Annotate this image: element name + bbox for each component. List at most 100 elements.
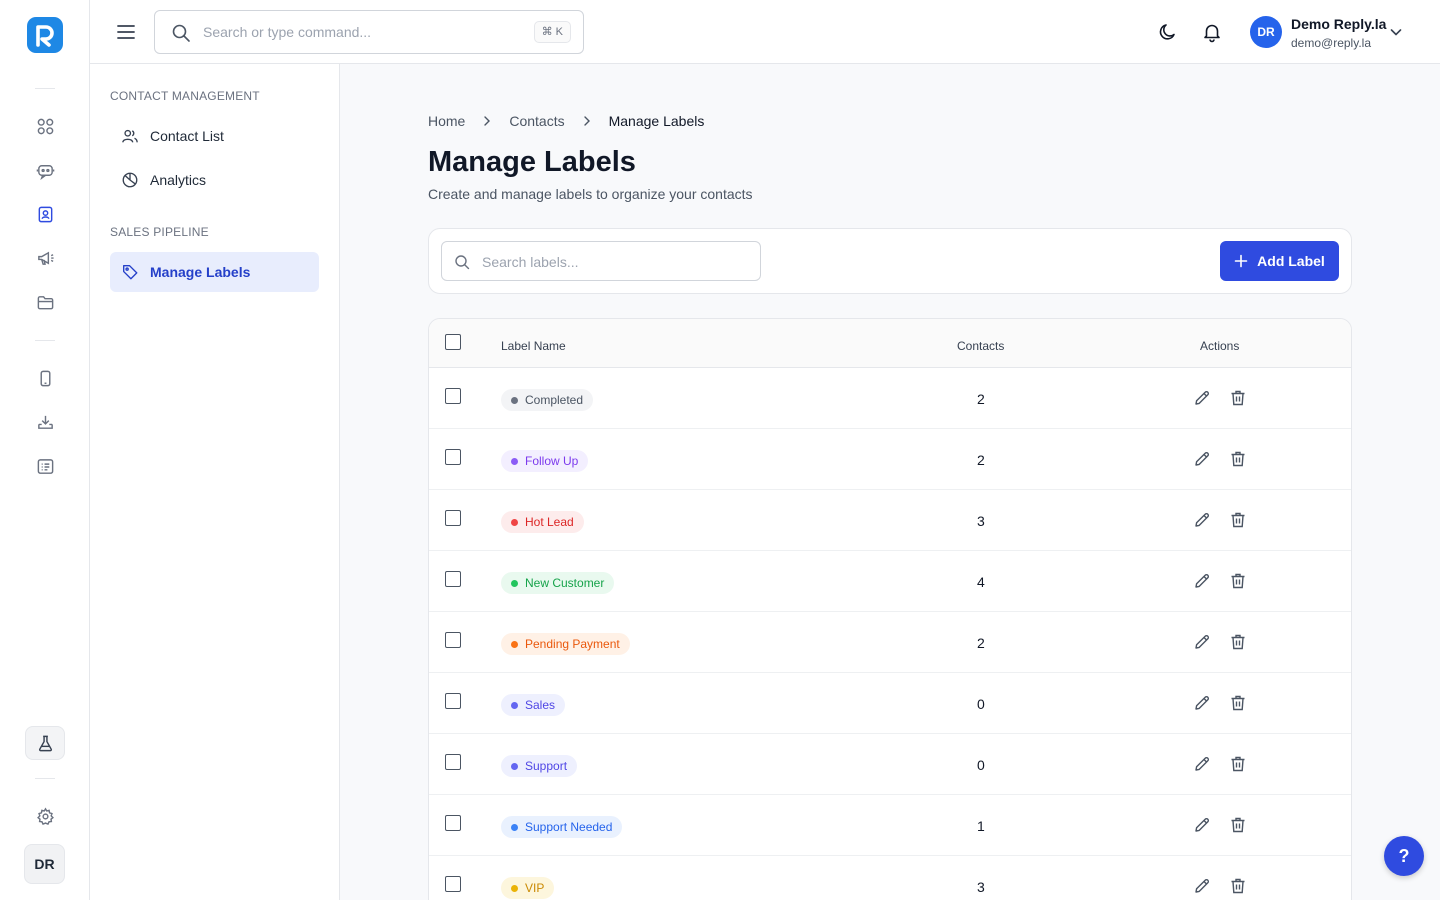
- bell-icon[interactable]: [1201, 21, 1223, 43]
- plus-icon: [1234, 254, 1248, 268]
- trash-icon[interactable]: [1229, 389, 1247, 407]
- label-name: New Customer: [525, 576, 605, 590]
- sidebar-item-contact-list[interactable]: Contact List: [110, 116, 319, 156]
- trash-icon[interactable]: [1229, 755, 1247, 773]
- column-header-label-name[interactable]: Label Name: [501, 339, 566, 353]
- pencil-icon[interactable]: [1193, 572, 1211, 590]
- rail-divider: [35, 340, 55, 341]
- row-checkbox[interactable]: [445, 388, 461, 404]
- breadcrumb-contacts[interactable]: Contacts: [509, 113, 564, 129]
- sidebar-item-manage-labels[interactable]: Manage Labels: [110, 252, 319, 292]
- label-color-dot: [511, 884, 518, 892]
- column-header-contacts[interactable]: Contacts: [957, 339, 1004, 353]
- rail-labs[interactable]: [25, 726, 65, 760]
- pencil-icon[interactable]: [1193, 694, 1211, 712]
- label-name: VIP: [525, 881, 545, 895]
- dashboard-icon: [37, 118, 53, 134]
- row-checkbox[interactable]: [445, 571, 461, 587]
- row-checkbox[interactable]: [445, 449, 461, 465]
- tag-icon: [123, 265, 138, 280]
- list-icon: [37, 458, 53, 474]
- user-name[interactable]: Demo Reply.la: [1291, 16, 1386, 32]
- label-name: Completed: [525, 393, 584, 407]
- folder-icon: [37, 295, 53, 309]
- top-header: Search or type command... ⌘ K DR Demo Re…: [90, 0, 1440, 64]
- row-checkbox[interactable]: [445, 510, 461, 526]
- rail-files[interactable]: [25, 284, 65, 320]
- label-color-dot: [511, 457, 518, 465]
- label-pill: Hot Lead: [501, 511, 584, 533]
- rail-devices[interactable]: [25, 360, 65, 396]
- command-search[interactable]: Search or type command... ⌘ K: [154, 10, 584, 54]
- rail-download[interactable]: [25, 404, 65, 440]
- trash-icon[interactable]: [1229, 633, 1247, 651]
- chat-bot-icon: [36, 164, 54, 180]
- moon-icon[interactable]: [1157, 21, 1179, 43]
- trash-icon[interactable]: [1229, 450, 1247, 468]
- pencil-icon[interactable]: [1193, 633, 1211, 651]
- labels-toolbar: Add Label: [428, 228, 1352, 294]
- rail-chatbot[interactable]: [25, 152, 65, 188]
- contact-count: 2: [977, 635, 985, 651]
- rail-user-avatar[interactable]: DR: [24, 844, 65, 884]
- chevron-down-icon[interactable]: [1388, 24, 1404, 40]
- breadcrumb-home[interactable]: Home: [428, 113, 465, 129]
- page-title: Manage Labels: [428, 146, 636, 178]
- rail-dashboard[interactable]: [25, 108, 65, 144]
- pencil-icon[interactable]: [1193, 450, 1211, 468]
- row-checkbox[interactable]: [445, 693, 461, 709]
- sidebar-item-analytics[interactable]: Analytics: [110, 160, 319, 200]
- label-name: Support Needed: [525, 820, 613, 834]
- user-avatar[interactable]: DR: [1250, 16, 1282, 48]
- label-name: Hot Lead: [525, 515, 574, 529]
- labels-table: Label Name Contacts Actions Completed 2 Fo…: [428, 318, 1352, 900]
- user-email: demo@reply.la: [1291, 36, 1371, 50]
- rail-campaigns[interactable]: [25, 240, 65, 276]
- search-icon: [172, 24, 190, 42]
- label-name: Sales: [525, 698, 556, 712]
- rail-contacts[interactable]: [25, 196, 65, 232]
- breadcrumb-current: Manage Labels: [608, 113, 705, 129]
- trash-icon[interactable]: [1229, 816, 1247, 834]
- hamburger-menu-icon[interactable]: [114, 20, 138, 44]
- rail-settings[interactable]: [25, 798, 65, 834]
- contact-count: 2: [977, 452, 985, 468]
- pencil-icon[interactable]: [1193, 877, 1211, 895]
- help-button[interactable]: ?: [1384, 836, 1424, 876]
- trash-icon[interactable]: [1229, 572, 1247, 590]
- row-checkbox[interactable]: [445, 815, 461, 831]
- pencil-icon[interactable]: [1193, 511, 1211, 529]
- row-checkbox[interactable]: [445, 876, 461, 892]
- app-logo[interactable]: [27, 17, 63, 53]
- trash-icon[interactable]: [1229, 694, 1247, 712]
- label-name: Pending Payment: [525, 637, 620, 651]
- select-all-checkbox[interactable]: [445, 334, 461, 350]
- row-checkbox[interactable]: [445, 632, 461, 648]
- contact-count: 1: [977, 818, 985, 834]
- table-header: Label Name Contacts Actions: [429, 319, 1351, 368]
- rail-reports[interactable]: [25, 448, 65, 484]
- label-color-dot: [511, 762, 518, 770]
- contact-count: 4: [977, 574, 985, 590]
- label-pill: New Customer: [501, 572, 615, 594]
- pencil-icon[interactable]: [1193, 816, 1211, 834]
- label-pill: VIP: [501, 877, 555, 899]
- table-row: Pending Payment 2: [429, 612, 1351, 673]
- contacts-icon: [38, 206, 52, 222]
- sidebar-section-label: SALES PIPELINE: [110, 225, 209, 239]
- table-row: Follow Up 2: [429, 429, 1351, 490]
- logo-r-icon: [36, 25, 54, 47]
- trash-icon[interactable]: [1229, 511, 1247, 529]
- contact-count: 3: [977, 513, 985, 529]
- label-pill: Pending Payment: [501, 633, 630, 655]
- pencil-icon[interactable]: [1193, 389, 1211, 407]
- row-checkbox[interactable]: [445, 754, 461, 770]
- label-search-input[interactable]: [482, 251, 752, 273]
- trash-icon[interactable]: [1229, 877, 1247, 895]
- pencil-icon[interactable]: [1193, 755, 1211, 773]
- label-pill: Completed: [501, 389, 594, 411]
- page-subtitle: Create and manage labels to organize you…: [428, 186, 753, 202]
- table-row: Sales 0: [429, 673, 1351, 734]
- rail-divider: [35, 88, 55, 89]
- add-label-button[interactable]: Add Label: [1220, 241, 1339, 281]
